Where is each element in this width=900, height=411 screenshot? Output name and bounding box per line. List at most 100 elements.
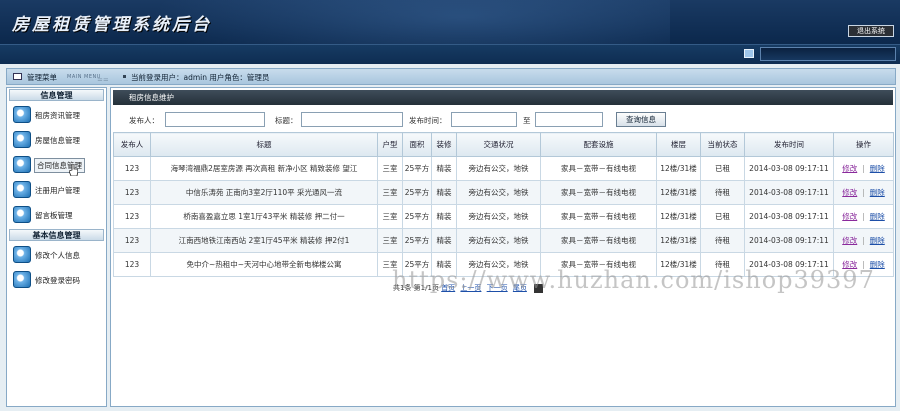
panel-title: 租房信息维护 [113,90,893,105]
column-header: 户型 [377,132,403,157]
column-header: 交通状况 [456,132,541,157]
cell-decoration: 精装 [431,156,457,181]
sidebar-item-edit-profile[interactable]: 修改个人信息 [9,244,104,265]
cell-publish-time: 2014-03-08 09:17:11 [744,156,834,181]
menu-divider: == [97,76,109,84]
cell-traffic: 旁边有公交，地铁 [456,156,541,181]
menu-label-en: MAIN MENU [67,74,101,80]
cell-layout: 三室 [377,156,403,181]
page-jump-select[interactable] [534,283,544,293]
cell-facilities: 家具－宽带－有线电视 [540,204,657,229]
cell-layout: 三室 [377,252,403,277]
time-to-input[interactable] [535,112,603,127]
system-title: 房屋租赁管理系统后台 [12,15,212,35]
sidebar-item-contract-info[interactable]: 合同信息管理 [9,154,104,176]
column-header: 操作 [833,132,894,157]
column-header: 当前状态 [700,132,745,157]
publisher-input[interactable] [165,112,265,127]
first-page-link[interactable]: 首页 [441,284,455,292]
sidebar-item-label: 注册用户管理 [35,186,80,195]
sidebar-item-label: 修改登录密码 [35,276,80,285]
sidebar-item-label: 房屋信息管理 [35,136,80,145]
delete-link[interactable]: 删除 [870,212,885,221]
cell-publish-time: 2014-03-08 09:17:11 [744,204,834,229]
column-header: 装修 [431,132,457,157]
cell-publisher: 123 [113,180,151,205]
cell-title: 海琴湾福鼎2居室房源 再次高租 新净小区 精致装修 望江 [150,156,378,181]
edit-link[interactable]: 修改 [842,236,857,245]
info-bar: 管理菜单 MAIN MENU == 当前登录用户：admin 用户角色：管理员 [6,68,896,85]
menu-label: 管理菜单 [27,73,57,82]
edit-link[interactable]: 修改 [842,212,857,221]
header-slot [760,47,896,61]
sidebar-item-rental-news[interactable]: 租房资讯管理 [9,104,104,125]
sidebar-item-message-board[interactable]: 留言板管理 [9,204,104,225]
table-row: 123 桥南喜盈嘉立思 1室1厅43平米 精装修 押二付一 三室 25平方 精装… [113,204,894,229]
next-page-link[interactable]: 下一页 [487,284,508,292]
column-header: 标题 [150,132,378,157]
last-page-link[interactable]: 尾页 [513,284,527,292]
edit-link[interactable]: 修改 [842,164,857,173]
sidebar-item-change-password[interactable]: 修改登录密码 [9,269,104,290]
cell-publish-time: 2014-03-08 09:17:11 [744,228,834,253]
table-row: 123 中信乐涛苑 正南向3室2厅110平 采光通风一流 三室 25平方 精装 … [113,180,894,205]
delete-link[interactable]: 删除 [870,164,885,173]
separator: | [862,260,865,269]
delete-link[interactable]: 删除 [870,260,885,269]
cell-area: 25平方 [402,204,432,229]
cell-title: 中信乐涛苑 正南向3室2厅110平 采光通风一流 [150,180,378,205]
pagination-summary: 共1条 第1/1页 [393,284,439,292]
edit-link[interactable]: 修改 [842,188,857,197]
sidebar-item-house-info[interactable]: 房屋信息管理 [9,129,104,150]
cell-floor: 12楼/31楼 [656,252,701,277]
monitor-icon[interactable] [744,49,754,58]
cell-title: 桥南喜盈嘉立思 1室1厅43平米 精装修 押二付一 [150,204,378,229]
menu-icon [13,73,22,80]
globe-icon [13,131,31,148]
logout-button[interactable]: 退出系统 [848,25,894,37]
cell-status: 已租 [700,156,745,181]
sidebar-section-info: 信息管理 [9,89,104,101]
delete-link[interactable]: 删除 [870,236,885,245]
hand-cursor-icon [69,164,78,176]
sidebar-item-registered-users[interactable]: 注册用户管理 [9,179,104,200]
cell-operations: 修改 | 删除 [833,156,894,181]
table-header-row: 发布人 标题 户型 面积 装修 交通状况 配套设施 楼层 当前状态 发布时间 操… [113,132,894,157]
time-from-input[interactable] [451,112,517,127]
title-input[interactable] [301,112,403,127]
sidebar-item-label: 修改个人信息 [35,251,80,260]
globe-icon [13,206,31,223]
app-header: 房屋租赁管理系统后台 退出系统 [0,0,900,64]
column-header: 楼层 [656,132,701,157]
sidebar-item-label: 租房资讯管理 [35,111,80,120]
cell-floor: 12楼/31楼 [656,228,701,253]
rental-table: 发布人 标题 户型 面积 装修 交通状况 配套设施 楼层 当前状态 发布时间 操… [113,132,894,277]
header-toolbar [0,44,900,64]
cell-publisher: 123 [113,228,151,253]
title-label: 标题： [275,116,298,125]
cell-facilities: 家具－宽带－有线电视 [540,180,657,205]
cell-publish-time: 2014-03-08 09:17:11 [744,252,834,277]
sidebar-section-basic: 基本信息管理 [9,229,104,241]
column-header: 配套设施 [540,132,657,157]
cell-facilities: 家具－宽带－有线电视 [540,228,657,253]
cell-operations: 修改 | 删除 [833,204,894,229]
cell-area: 25平方 [402,228,432,253]
cell-traffic: 旁边有公交，地铁 [456,252,541,277]
cell-operations: 修改 | 删除 [833,228,894,253]
cell-title: 江南西地铁江南西站 2室1厅45平米 精装修 押2付1 [150,228,378,253]
sidebar-item-label: 留言板管理 [35,211,73,220]
cell-status: 待租 [700,180,745,205]
globe-icon [13,156,31,173]
cell-publisher: 123 [113,156,151,181]
edit-link[interactable]: 修改 [842,260,857,269]
query-button[interactable]: 查询信息 [616,112,666,127]
prev-page-link[interactable]: 上一页 [460,284,481,292]
cell-decoration: 精装 [431,180,457,205]
cell-status: 待租 [700,252,745,277]
delete-link[interactable]: 删除 [870,188,885,197]
cell-title: 免中介~热租中~天河中心地带全新电梯楼公寓 [150,252,378,277]
pagination: 共1条 第1/1页 首页 上一页 下一页 尾页 [393,283,544,293]
globe-icon [13,181,31,198]
separator: | [862,236,865,245]
